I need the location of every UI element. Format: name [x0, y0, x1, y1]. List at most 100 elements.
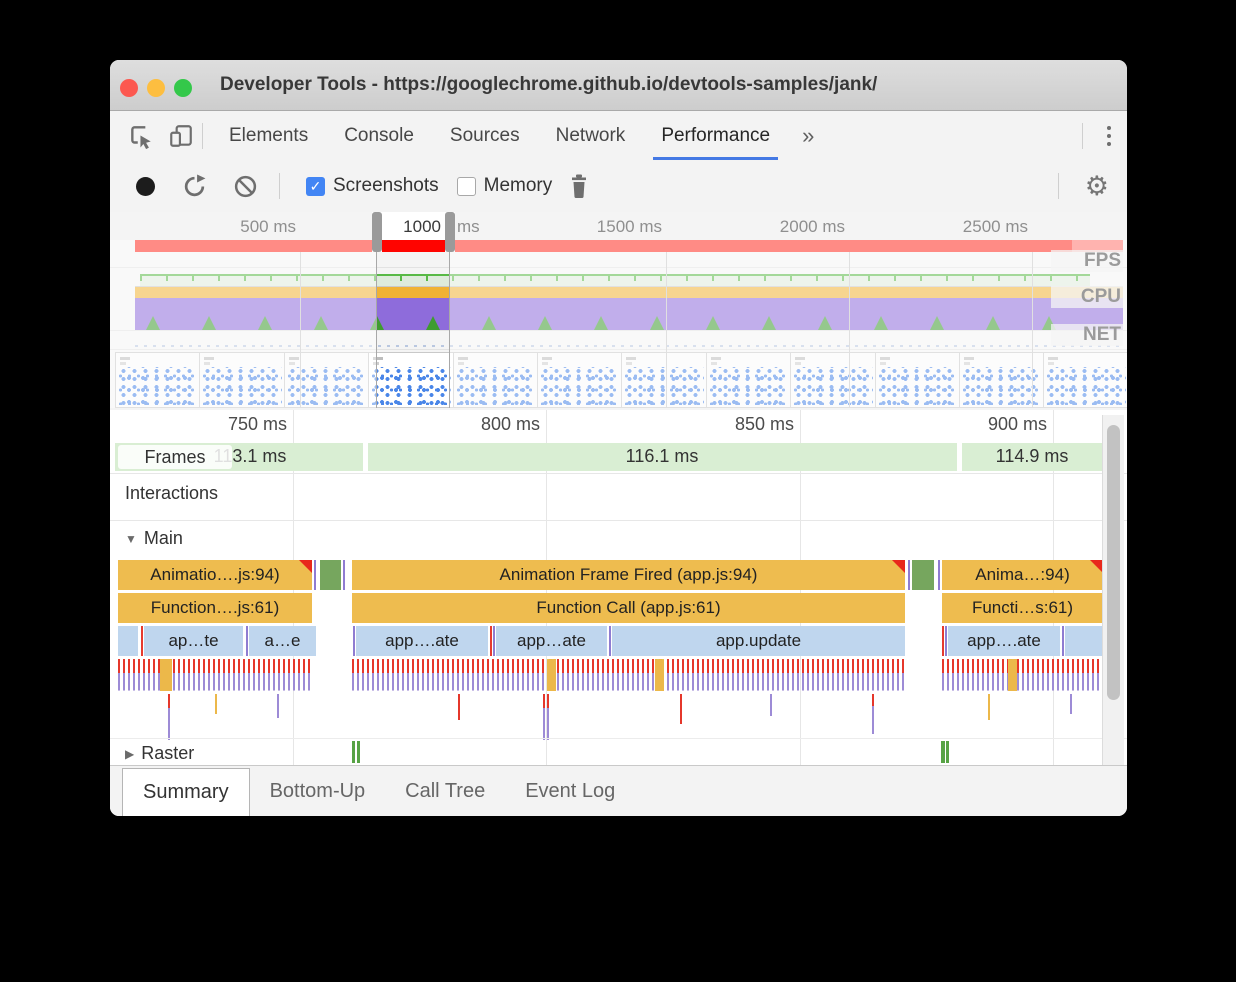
titlebar: Developer Tools - https://googlechrome.g… [110, 60, 1127, 111]
raster-task-bar[interactable] [357, 741, 360, 763]
tab-sources[interactable]: Sources [432, 112, 538, 160]
traffic-light-zoom[interactable] [174, 79, 192, 97]
flame-tick [215, 694, 217, 714]
flame-event-bar[interactable] [493, 626, 495, 656]
flame-event-bar[interactable] [912, 560, 934, 590]
screenshots-checkbox[interactable]: ✓ [306, 177, 325, 196]
frames-row-label[interactable]: Frames [118, 445, 232, 469]
flame-event-bar[interactable] [246, 626, 248, 656]
tab-console[interactable]: Console [326, 112, 432, 160]
tab-performance[interactable]: Performance [643, 112, 788, 160]
raster-task-bar[interactable] [946, 741, 949, 763]
details-tabbar: SummaryBottom-UpCall TreeEvent Log [110, 765, 1127, 816]
flame-tick [1070, 694, 1072, 714]
selection-right-handle[interactable] [445, 212, 455, 252]
flame-tick [988, 694, 990, 720]
clear-recording-icon[interactable] [233, 174, 258, 199]
flame-event-bar[interactable] [353, 626, 355, 656]
selection-ruler-unit: ms [457, 217, 491, 237]
device-toolbar-icon[interactable] [168, 123, 194, 149]
screenshot-stage: Developer Tools - https://googlechrome.g… [0, 0, 1236, 982]
more-tabs-button[interactable]: » [788, 123, 828, 149]
selection-left-handle[interactable] [372, 212, 382, 252]
flame-event-bar[interactable]: app…ate [496, 626, 607, 656]
memory-checkbox[interactable] [457, 177, 476, 196]
memory-label[interactable]: Memory [484, 175, 553, 197]
tabbar-separator [202, 123, 203, 149]
flame-event-bar[interactable] [945, 626, 947, 656]
garbage-collect-icon[interactable] [568, 174, 590, 198]
overview-gridline [666, 252, 667, 408]
details-tab-call-tree[interactable]: Call Tree [385, 766, 505, 816]
flame-event-bar[interactable]: Anima…:94) [942, 560, 1103, 590]
flame-event-bar[interactable]: Animation Frame Fired (app.js:94) [352, 560, 905, 590]
overview-dim-right [449, 240, 1127, 408]
flame-event-bar[interactable]: Function Call (app.js:61) [352, 593, 905, 623]
window-title: Developer Tools - https://googlechrome.g… [220, 60, 1107, 110]
flame-event-bar[interactable]: app….ate [948, 626, 1060, 656]
flame-event-bar[interactable] [938, 560, 940, 590]
screenshots-label[interactable]: Screenshots [333, 175, 439, 197]
flame-event-bar[interactable]: a…e [249, 626, 316, 656]
flame-ruler-label: 800 ms [440, 414, 540, 434]
script-block[interactable] [1008, 659, 1017, 691]
flame-event-bar[interactable] [490, 626, 492, 656]
style-recalc-stripes[interactable] [352, 659, 905, 691]
details-tab-event-log[interactable]: Event Log [505, 766, 635, 816]
main-section-header[interactable]: ▼ Main [125, 528, 183, 549]
details-tab-bottom-up[interactable]: Bottom-Up [250, 766, 386, 816]
overview-gridline [300, 252, 301, 408]
filmstrip-frame[interactable] [368, 352, 453, 408]
flame-event-bar[interactable]: app….ate [356, 626, 488, 656]
flame-tick [277, 694, 279, 718]
flame-event-bar[interactable]: Functi…s:61) [942, 593, 1103, 623]
selection-fps-bar [382, 240, 445, 252]
details-tab-summary[interactable]: Summary [122, 768, 250, 816]
timeline-overview[interactable]: FPS CPU NET 500 ms1500 ms2000 ms2500 ms … [110, 212, 1127, 410]
flame-scrollbar-thumb[interactable] [1107, 425, 1120, 700]
flame-ruler-label: 750 ms [187, 414, 287, 434]
flame-event-bar[interactable] [609, 626, 611, 656]
devtools-tabbar: ElementsConsoleSourcesNetworkPerformance… [110, 111, 1127, 160]
inspect-element-icon[interactable] [128, 123, 154, 149]
record-button[interactable] [136, 177, 155, 196]
flame-event-bar[interactable] [343, 560, 345, 590]
interactions-row-label[interactable]: Interactions [125, 483, 218, 504]
script-block[interactable] [547, 659, 556, 691]
flame-event-bar[interactable]: Function….js:61) [118, 593, 312, 623]
reload-and-record-icon[interactable] [182, 174, 207, 199]
flame-event-bar[interactable]: app.update [612, 626, 905, 656]
flame-event-bar[interactable] [908, 560, 910, 590]
flame-event-bar[interactable]: Animatio….js:94) [118, 560, 312, 590]
raster-task-bar[interactable] [941, 741, 945, 763]
flame-event-bar[interactable] [141, 626, 143, 656]
frame-duration-value: 116.1 ms [592, 446, 732, 468]
main-menu-icon[interactable] [1091, 126, 1127, 146]
flame-scrollbar-track[interactable] [1102, 415, 1124, 765]
flame-tick [543, 694, 545, 740]
tab-network[interactable]: Network [538, 112, 644, 160]
flame-event-bar[interactable] [118, 626, 138, 656]
flame-event-bar[interactable] [314, 560, 316, 590]
script-block[interactable] [655, 659, 664, 691]
flame-event-bar[interactable] [1062, 626, 1064, 656]
flame-event-bar[interactable] [320, 560, 341, 590]
flame-tick [168, 694, 170, 740]
script-block[interactable] [160, 659, 172, 691]
flame-tick [770, 694, 772, 716]
long-task-warning-icon [892, 560, 905, 573]
style-recalc-stripes[interactable] [942, 659, 1103, 691]
flame-tick [547, 694, 549, 740]
traffic-light-minimize[interactable] [147, 79, 165, 97]
flame-chart[interactable]: 750 ms800 ms850 ms900 ms 113.1 ms116.1 m… [110, 410, 1127, 765]
raster-task-bar[interactable] [352, 741, 355, 763]
traffic-light-close[interactable] [120, 79, 138, 97]
flame-event-bar[interactable]: ap…te [144, 626, 243, 656]
flame-event-bar[interactable] [1065, 626, 1103, 656]
settings-gear-icon[interactable]: ⚙ [1085, 171, 1109, 202]
tab-elements[interactable]: Elements [211, 112, 326, 160]
style-recalc-stripes[interactable] [118, 659, 312, 691]
raster-section-header[interactable]: ▶ Raster [125, 743, 194, 764]
flame-event-bar[interactable] [942, 626, 944, 656]
flame-ruler-label: 900 ms [947, 414, 1047, 434]
